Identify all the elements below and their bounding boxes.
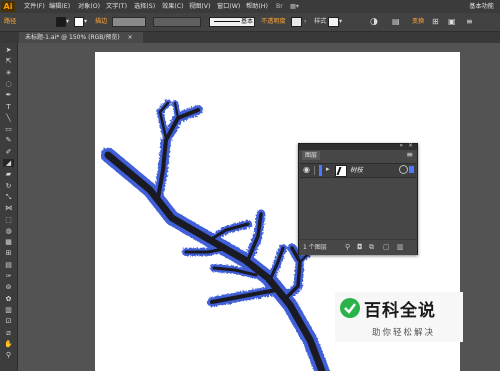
layers-panel[interactable]: » × 图层 ≡ ◉ ▸ 树枝 1 个图层 ⚲ ◘ ⧉ ▢ ▥ <box>298 142 418 255</box>
layer-name[interactable]: 树枝 <box>350 164 363 176</box>
layer-row[interactable]: ◉ ▸ 树枝 <box>300 163 416 178</box>
new-sublayer-icon[interactable]: ⧉ <box>369 240 374 255</box>
visibility-eye-icon[interactable]: ◉ <box>303 165 310 174</box>
panel-title-bar[interactable]: » × <box>299 142 417 150</box>
new-layer-icon[interactable]: ▢ <box>383 240 390 255</box>
tab-layers[interactable]: 图层 <box>302 151 320 160</box>
layer-color-bar <box>319 165 322 176</box>
clipping-mask-icon[interactable]: ◘ <box>357 240 363 255</box>
panel-close-icon[interactable]: × <box>408 142 413 149</box>
layer-thumbnail <box>335 165 348 177</box>
watermark-title: 百科全说 <box>364 301 436 321</box>
collapse-icon[interactable]: » <box>399 142 403 149</box>
watermark-subtitle: 助你轻松解决 <box>372 328 436 338</box>
watermark-logo-icon <box>340 298 360 318</box>
lock-column-divider <box>314 166 315 175</box>
layer-count: 1 个图层 <box>303 244 327 251</box>
panel-menu-icon[interactable]: ≡ <box>406 150 413 159</box>
expand-triangle-icon[interactable]: ▸ <box>326 165 330 173</box>
locate-object-icon[interactable]: ⚲ <box>345 240 350 255</box>
branch-shape <box>104 101 326 371</box>
delete-layer-icon[interactable]: ▥ <box>397 240 404 255</box>
panel-footer: 1 个图层 ⚲ ◘ ⧉ ▢ ▥ <box>299 239 417 255</box>
target-icon[interactable] <box>399 165 408 174</box>
selection-indicator <box>409 166 414 173</box>
